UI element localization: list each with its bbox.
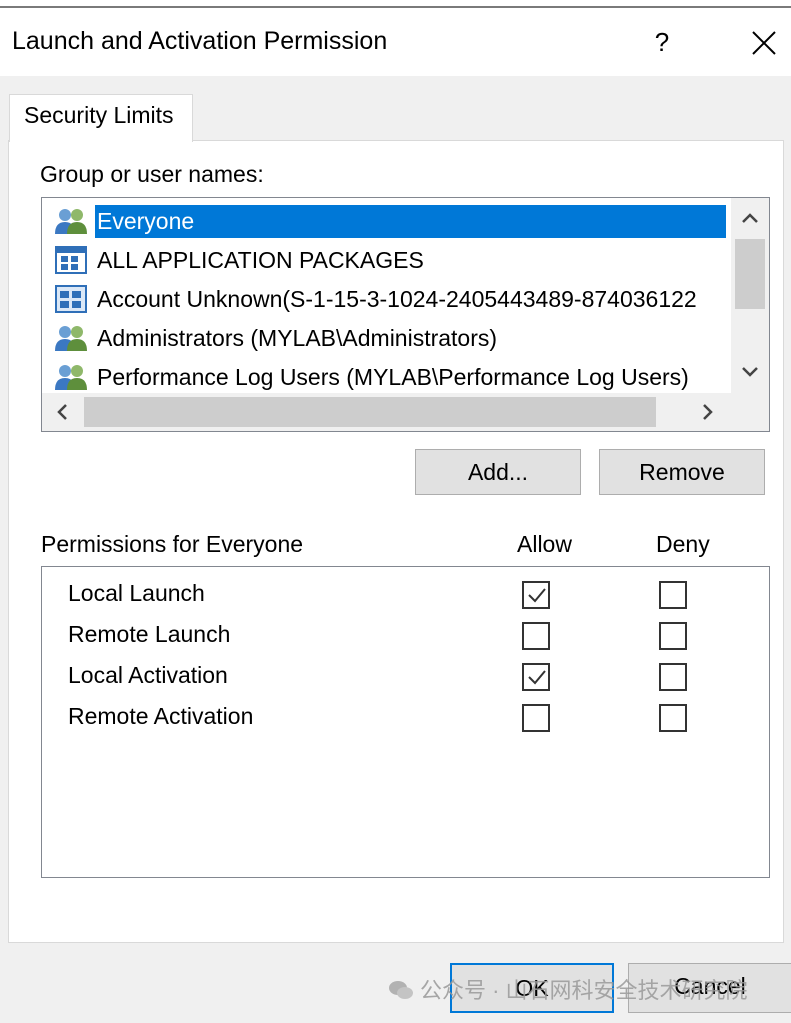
watermark: 公众号 · 山石网科安全技术研究院 [388,973,748,1005]
group-users-icon [54,206,88,236]
deny-checkbox[interactable] [659,622,687,650]
group-list-label: Group or user names: [40,161,264,187]
unknown-account-icon [54,284,88,314]
scroll-left-icon[interactable] [50,399,76,425]
list-item[interactable]: Performance Log Users (MYLAB\Performance… [52,358,732,396]
allow-checkbox[interactable] [522,581,550,609]
permissions-list: Local Launch Remote Launch Local Activatio… [41,566,770,878]
vertical-scroll-thumb[interactable] [735,239,765,309]
window-top-edge [0,0,791,8]
dialog-title: Launch and Activation Permission [12,27,388,55]
horizontal-scroll-thumb[interactable] [84,397,656,427]
watermark-text: 公众号 · 山石网科安全技术研究院 [420,978,748,1003]
allow-column-header: Allow [517,531,572,557]
deny-checkbox[interactable] [659,704,687,732]
permission-name: Local Activation [68,662,228,688]
permission-row: Remote Launch [42,615,769,655]
tab-label: Security Limits [24,102,174,128]
scroll-down-icon[interactable] [737,358,763,384]
list-item-label: ALL APPLICATION PACKAGES [97,247,424,273]
vertical-scrollbar[interactable] [731,198,769,393]
app-packages-icon [54,245,88,275]
wechat-icon [389,981,413,999]
permission-name: Local Launch [68,580,205,606]
list-item[interactable]: Everyone [52,202,732,240]
list-item[interactable]: Administrators (MYLAB\Administrators) [52,319,732,357]
permission-row: Local Launch [42,574,769,614]
group-user-listbox[interactable]: Everyone ALL APPLICATION PACKAGES Account … [41,197,770,432]
permission-row: Local Activation [42,656,769,696]
scroll-right-icon[interactable] [694,399,720,425]
permissions-label: Permissions for Everyone [41,531,304,557]
deny-checkbox[interactable] [659,663,687,691]
scroll-up-icon[interactable] [737,206,763,232]
remove-button[interactable]: Remove [599,449,765,495]
allow-checkbox[interactable] [522,663,550,691]
help-button[interactable]: ? [637,18,687,68]
list-item[interactable]: Account Unknown(S-1-15-3-1024-2405443489… [52,280,732,318]
permission-name: Remote Activation [68,703,254,729]
group-users-icon [54,323,88,353]
list-item-label: Performance Log Users (MYLAB\Performance… [97,364,689,390]
title-bar: Launch and Activation Permission ? [0,8,791,76]
close-icon [752,31,776,55]
deny-checkbox[interactable] [659,581,687,609]
list-item-label: Administrators (MYLAB\Administrators) [97,325,498,351]
deny-column-header: Deny [656,531,710,557]
group-users-icon [54,362,88,392]
list-item[interactable]: ALL APPLICATION PACKAGES [52,241,732,279]
list-item-label: Everyone [95,205,726,238]
tab-security-limits[interactable]: Security Limits [9,94,193,142]
add-button[interactable]: Add... [415,449,581,495]
permission-row: Remote Activation [42,697,769,737]
allow-checkbox[interactable] [522,704,550,732]
scrollbar-corner [731,393,769,431]
allow-checkbox[interactable] [522,622,550,650]
horizontal-scrollbar[interactable] [42,393,732,431]
permission-name: Remote Launch [68,621,231,647]
list-item-label: Account Unknown(S-1-15-3-1024-2405443489… [97,286,697,312]
close-button[interactable] [739,18,789,68]
